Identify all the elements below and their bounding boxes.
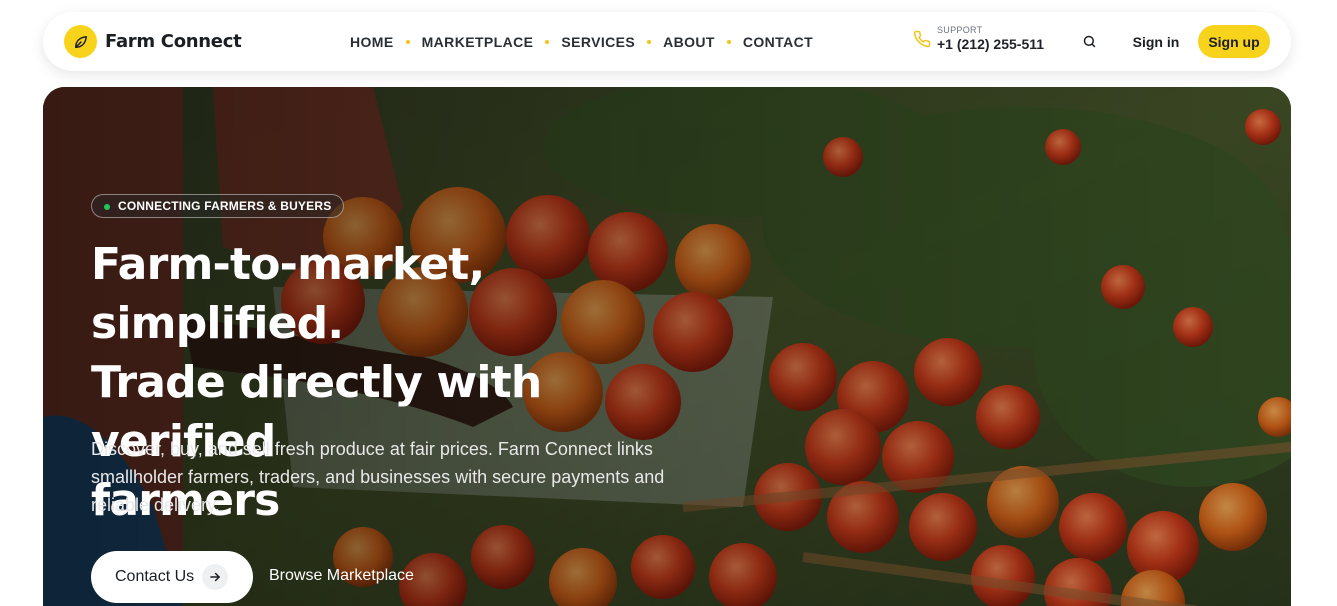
search-icon <box>1083 35 1096 48</box>
hero-badge: CONNECTING FARMERS & BUYERS <box>91 194 345 218</box>
nav-item-marketplace[interactable]: MARKETPLACE <box>422 34 534 50</box>
support-label: SUPPORT <box>937 25 983 35</box>
support-phone[interactable]: +1 (212) 255-511 <box>937 36 1044 52</box>
nav-separator <box>647 39 652 44</box>
hero-title-line-1: Farm-to-market, simplified. <box>91 239 485 349</box>
support-contact[interactable]: SUPPORT +1 (212) 255-511 <box>913 25 1044 52</box>
leaf-icon <box>64 25 97 58</box>
phone-icon <box>913 30 931 47</box>
nav-item-services[interactable]: SERVICES <box>561 34 635 50</box>
sign-up-button[interactable]: Sign up <box>1198 25 1270 58</box>
contact-us-button[interactable]: Contact Us <box>91 551 253 603</box>
arrow-right-icon <box>202 564 228 590</box>
nav-item-contact[interactable]: CONTACT <box>743 34 813 50</box>
brand[interactable]: Farm Connect <box>64 25 242 58</box>
contact-us-label: Contact Us <box>115 568 195 585</box>
hero-section: CONNECTING FARMERS & BUYERS Farm-to-mark… <box>43 87 1291 606</box>
hero-badge-label: CONNECTING FARMERS & BUYERS <box>118 199 332 213</box>
main-nav: HOME MARKETPLACE SERVICES ABOUT CONTACT <box>350 12 813 71</box>
search-button[interactable] <box>1073 25 1106 58</box>
brand-name: Farm Connect <box>105 31 242 52</box>
nav-separator <box>545 39 550 44</box>
sign-in-button[interactable]: Sign in <box>1121 25 1191 58</box>
nav-item-about[interactable]: ABOUT <box>663 34 715 50</box>
hero-description: Discover, buy, and sell fresh produce at… <box>91 439 665 515</box>
browse-marketplace-link[interactable]: Browse Marketplace <box>269 567 414 585</box>
top-navbar: Farm Connect HOME MARKETPLACE SERVICES A… <box>43 12 1291 71</box>
nav-item-home[interactable]: HOME <box>350 34 394 50</box>
nav-separator <box>405 39 410 44</box>
status-dot-icon <box>104 204 110 210</box>
nav-separator <box>726 39 731 44</box>
